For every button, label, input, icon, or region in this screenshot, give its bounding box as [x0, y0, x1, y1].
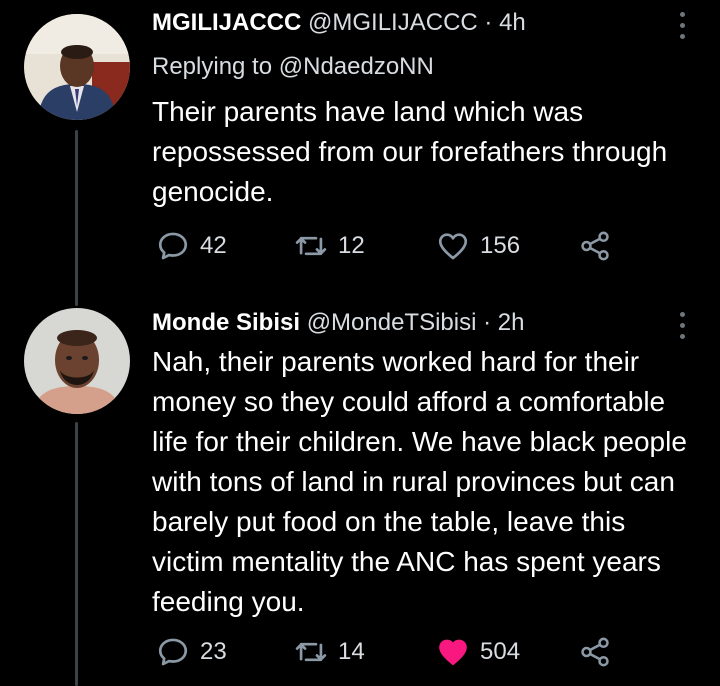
speech-bubble-icon — [158, 232, 188, 260]
heart-outline-icon — [438, 233, 468, 260]
timestamp[interactable]: 4h — [499, 9, 526, 36]
share-button[interactable] — [578, 632, 612, 672]
author-handle[interactable]: @MondeTSibisi — [307, 309, 477, 336]
replying-to-label: Replying to — [152, 53, 273, 80]
reply-count: 42 — [200, 232, 227, 259]
reply-button[interactable]: 42 — [156, 226, 227, 266]
reply-button[interactable]: 23 — [156, 632, 227, 672]
tweet[interactable]: Monde Sibisi @MondeTSibisi · 2h Nah, the… — [0, 290, 720, 686]
separator: · — [484, 9, 493, 36]
more-options-icon[interactable] — [678, 312, 686, 339]
reply-count: 23 — [200, 638, 227, 665]
avatar[interactable] — [24, 14, 130, 120]
retweet-button[interactable]: 12 — [294, 226, 365, 266]
tweet-actions: 23 14 504 — [152, 632, 622, 672]
tweet-text: Nah, their parents worked hard for their… — [152, 346, 687, 617]
tweet-text: Their parents have land which was reposs… — [152, 96, 668, 207]
replying-to-mention[interactable]: @NdaedzoNN — [279, 53, 434, 80]
separator: · — [483, 309, 492, 336]
retweet-arrows-icon — [295, 642, 327, 662]
retweet-count: 14 — [338, 638, 365, 665]
share-nodes-icon — [581, 231, 609, 261]
tweet-header: Monde Sibisi @MondeTSibisi · 2h — [152, 308, 525, 338]
avatar-image-icon — [24, 308, 130, 414]
retweet-button[interactable]: 14 — [294, 632, 365, 672]
timestamp[interactable]: 2h — [498, 309, 525, 336]
replying-to: Replying to @NdaedzoNN — [152, 52, 434, 82]
avatar[interactable] — [24, 308, 130, 414]
tweet[interactable]: MGILIJACCC @MGILIJACCC · 4h Replying to … — [0, 0, 720, 290]
author-handle[interactable]: @MGILIJACCC — [308, 9, 478, 36]
retweet-arrows-icon — [295, 236, 327, 256]
tweet-actions: 42 12 156 — [152, 226, 622, 266]
retweet-count: 12 — [338, 232, 365, 259]
share-nodes-icon — [581, 637, 609, 667]
like-button[interactable]: 504 — [436, 632, 520, 672]
share-button[interactable] — [578, 226, 612, 266]
like-count: 156 — [480, 232, 521, 259]
heart-filled-icon — [439, 639, 467, 666]
author-name[interactable]: Monde Sibisi — [152, 309, 300, 336]
more-options-icon[interactable] — [678, 12, 686, 39]
avatar-image-icon — [24, 14, 130, 120]
like-count: 504 — [480, 638, 521, 665]
like-button[interactable]: 156 — [436, 226, 520, 266]
author-name[interactable]: MGILIJACCC — [152, 9, 301, 36]
tweet-header: MGILIJACCC @MGILIJACCC · 4h — [152, 8, 526, 38]
speech-bubble-icon — [158, 638, 188, 666]
